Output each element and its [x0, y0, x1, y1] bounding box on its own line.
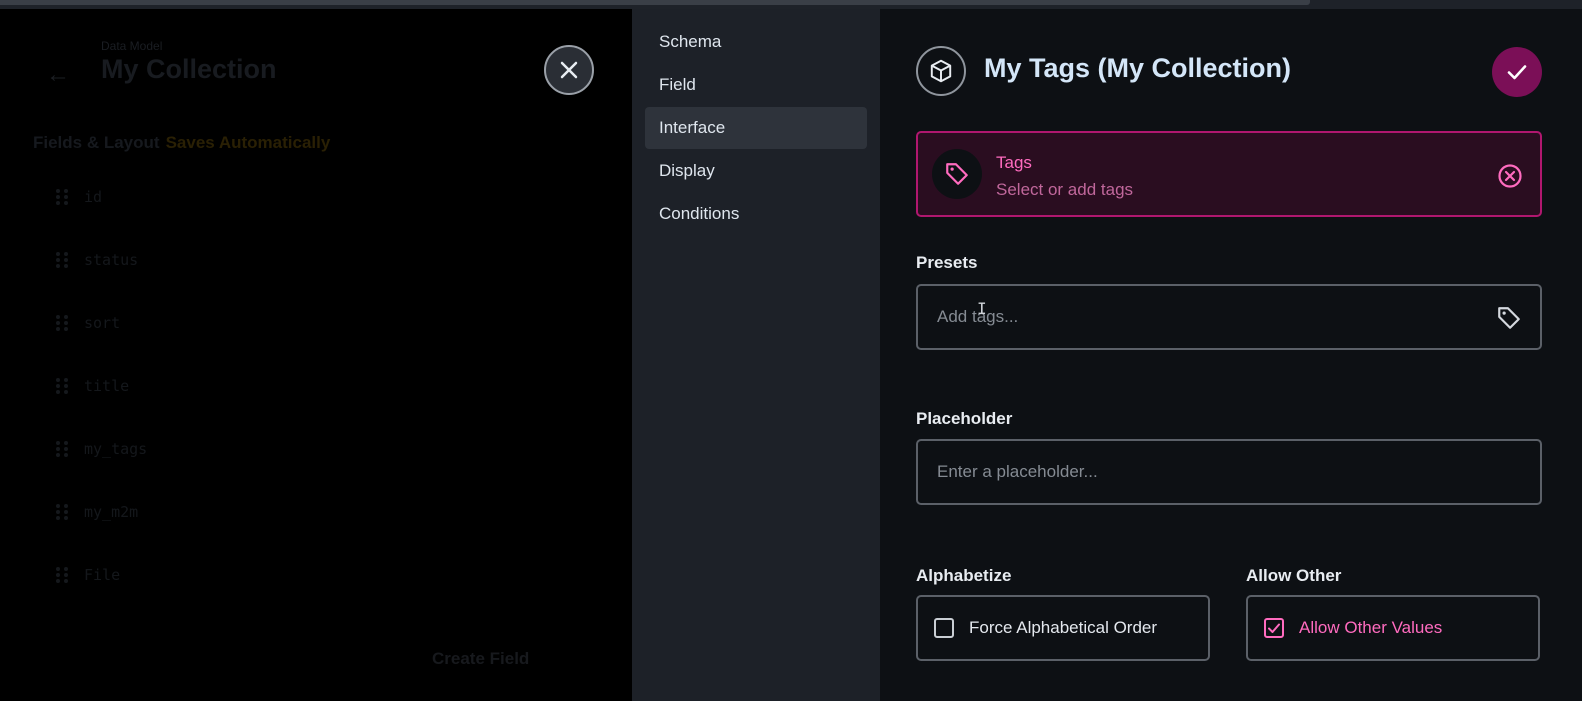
- close-circle-icon[interactable]: [1496, 162, 1524, 190]
- drag-handle-icon: [56, 502, 68, 522]
- placeholder-label: Placeholder: [916, 409, 1013, 428]
- field-row: title: [56, 374, 129, 398]
- close-drawer-button[interactable]: [544, 45, 594, 95]
- tag-icon: [1498, 307, 1520, 329]
- field-name: my_tags: [84, 440, 148, 458]
- checkbox-checked-icon: [1264, 618, 1284, 638]
- text-cursor-icon: I: [977, 299, 987, 318]
- scrollbar-thumb[interactable]: [0, 0, 1310, 5]
- allow-other-label: Allow Other: [1246, 566, 1342, 585]
- drag-handle-icon: [56, 439, 68, 459]
- alphabetize-label: Alphabetize: [916, 566, 1012, 585]
- saves-automatically-note: Saves Automatically: [165, 133, 331, 152]
- nav-item-field[interactable]: Field: [645, 64, 867, 106]
- selected-interface-card[interactable]: Tags Select or add tags: [916, 131, 1542, 217]
- section-title-label: Fields & Layout: [33, 133, 160, 152]
- page-title: My Collection: [101, 54, 277, 84]
- nav-item-display[interactable]: Display: [645, 150, 867, 192]
- drag-handle-icon: [56, 376, 68, 396]
- checkbox-label: Force Alphabetical Order: [969, 618, 1158, 637]
- checkbox-unchecked-icon: [934, 618, 954, 638]
- nav-item-schema[interactable]: Schema: [645, 21, 867, 63]
- drag-handle-icon: [56, 565, 68, 585]
- field-row: my_tags: [56, 437, 147, 461]
- section-title: Fields & Layout Saves Automatically: [33, 133, 330, 153]
- drawer-title: My Tags (My Collection): [984, 53, 1292, 83]
- field-name: File: [84, 566, 121, 584]
- allow-other-values-checkbox[interactable]: Allow Other Values: [1246, 595, 1540, 661]
- field-row: my_m2m: [56, 500, 138, 524]
- field-row: status: [56, 248, 138, 272]
- field-name: id: [84, 188, 103, 206]
- breadcrumb: Data Model: [101, 39, 163, 53]
- field-name: my_m2m: [84, 503, 139, 521]
- field-row: sort: [56, 311, 120, 335]
- drag-handle-icon: [56, 250, 68, 270]
- drag-handle-icon: [56, 313, 68, 333]
- interface-description: Select or add tags: [996, 180, 1134, 199]
- field-row: id: [56, 185, 102, 209]
- background-page: ← Data Model My Collection Fields & Layo…: [0, 9, 632, 701]
- drawer-main: My Tags (My Collection) Tags Select or a…: [880, 9, 1582, 701]
- presets-label: Presets: [916, 253, 978, 272]
- close-icon: [560, 61, 578, 79]
- box-icon: [916, 46, 966, 96]
- check-icon: [1507, 65, 1527, 80]
- drag-handle-icon: [56, 187, 68, 207]
- placeholder-input-placeholder: Enter a placeholder...: [937, 462, 1098, 481]
- browser-scrollbar[interactable]: [0, 0, 1582, 9]
- field-row: File: [56, 563, 120, 587]
- nav-item-conditions[interactable]: Conditions: [645, 193, 867, 235]
- field-name: title: [84, 377, 130, 395]
- checkbox-label: Allow Other Values: [1299, 618, 1443, 637]
- field-name: status: [84, 251, 139, 269]
- presets-input[interactable]: Add tags...: [916, 284, 1542, 350]
- tag-icon: [932, 149, 982, 199]
- nav-item-interface[interactable]: Interface: [645, 107, 867, 149]
- drawer-nav: Schema Field Interface Display Condition…: [632, 9, 880, 701]
- interface-name: Tags: [996, 153, 1032, 172]
- create-field-button: Create Field: [432, 649, 530, 668]
- back-arrow-icon: ←: [46, 61, 70, 88]
- placeholder-input[interactable]: Enter a placeholder...: [916, 439, 1542, 505]
- save-button[interactable]: [1492, 47, 1542, 97]
- field-name: sort: [84, 314, 121, 332]
- force-alphabetical-checkbox[interactable]: Force Alphabetical Order: [916, 595, 1210, 661]
